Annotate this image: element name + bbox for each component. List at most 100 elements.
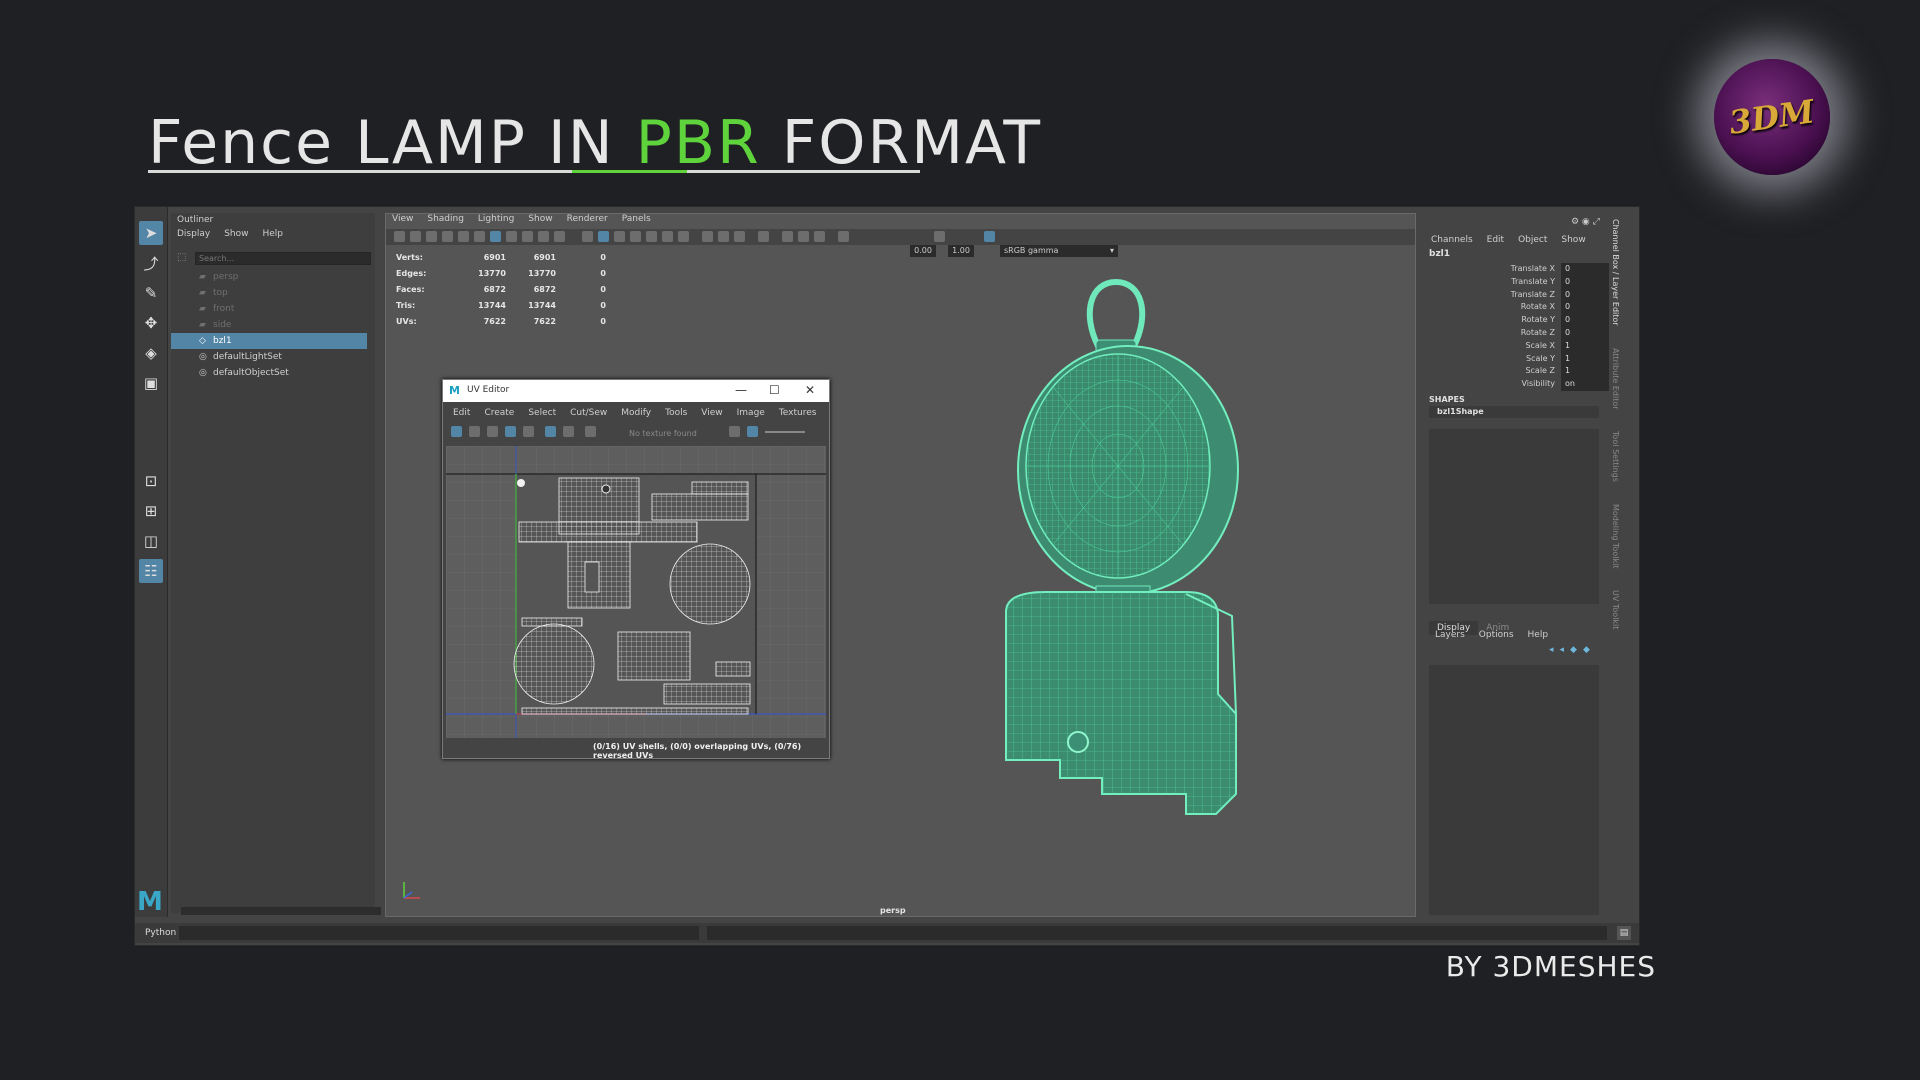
camera-attr-icon[interactable]: [410, 231, 421, 242]
safe-action-icon[interactable]: [538, 231, 549, 242]
maximize-icon[interactable]: ☐: [769, 383, 780, 397]
attr-scale-x[interactable]: Scale X1: [1427, 339, 1609, 353]
bookmark-icon[interactable]: [426, 231, 437, 242]
vp-menu-view[interactable]: View: [392, 214, 413, 224]
outliner-hscrollbar[interactable]: [181, 907, 381, 915]
wireframe-icon[interactable]: [582, 231, 593, 242]
uv-menu-edit[interactable]: Edit: [453, 408, 470, 418]
layer-menu-options[interactable]: Options: [1479, 630, 1514, 640]
uv-checker-icon[interactable]: [545, 426, 556, 437]
outliner-item-top[interactable]: ▰ top: [171, 285, 367, 301]
uv-grid-icon[interactable]: [505, 426, 516, 437]
move-tool-icon[interactable]: ✥: [139, 311, 163, 335]
vp-menu-renderer[interactable]: Renderer: [567, 214, 608, 224]
outliner-item-persp[interactable]: ▰ persp: [171, 269, 367, 285]
select-tool-icon[interactable]: ➤: [139, 221, 163, 245]
uv-menu-modify[interactable]: Modify: [621, 408, 651, 418]
attr-scale-y[interactable]: Scale Y1: [1427, 352, 1609, 366]
script-editor-icon[interactable]: ▤: [1617, 926, 1631, 940]
attr-translate-x[interactable]: Translate X0: [1427, 263, 1609, 276]
outliner-item-defaultobjectset[interactable]: ◎ defaultObjectSet: [171, 365, 367, 381]
python-label[interactable]: Python: [145, 928, 176, 938]
command-input[interactable]: [179, 926, 699, 940]
exposure-icon[interactable]: [838, 231, 849, 242]
outliner-item-defaultlightset[interactable]: ◎ defaultLightSet: [171, 349, 367, 365]
outliner-menu-display[interactable]: Display: [177, 229, 210, 239]
xray-active-icon[interactable]: [798, 231, 809, 242]
paint-select-icon[interactable]: ✎: [139, 281, 163, 305]
single-view-icon[interactable]: ⊡: [139, 469, 163, 493]
uv-exposure-icon[interactable]: [729, 426, 740, 437]
cb-menu-show[interactable]: Show: [1561, 235, 1585, 245]
image-plane-icon[interactable]: [442, 231, 453, 242]
view-transform-select[interactable]: sRGB gamma ▾: [1000, 245, 1118, 257]
uv-menu-select[interactable]: Select: [528, 408, 556, 418]
outliner-item-side[interactable]: ▰ side: [171, 317, 367, 333]
outliner-menu-show[interactable]: Show: [224, 229, 248, 239]
uv-select-icon[interactable]: [451, 426, 462, 437]
uv-snapshot-icon[interactable]: [487, 426, 498, 437]
scale-tool-icon[interactable]: ▣: [139, 371, 163, 395]
outliner-search-input[interactable]: Search...: [195, 252, 371, 265]
uv-menu-cutsew[interactable]: Cut/Sew: [570, 408, 607, 418]
uv-shell-icon[interactable]: [469, 426, 480, 437]
cb-menu-edit[interactable]: Edit: [1487, 235, 1504, 245]
minimize-icon[interactable]: —: [735, 383, 747, 397]
vp-menu-shading[interactable]: Shading: [427, 214, 464, 224]
shape-node-name[interactable]: bzl1Shape: [1429, 406, 1599, 418]
gate-mask-icon[interactable]: [506, 231, 517, 242]
uv-menu-tools[interactable]: Tools: [665, 408, 687, 418]
uv-menu-create[interactable]: Create: [484, 408, 514, 418]
uv-editor-titlebar[interactable]: M UV Editor — ☐ ✕: [443, 380, 829, 402]
smooth-shade-icon[interactable]: [598, 231, 609, 242]
xray-joints-icon[interactable]: [782, 231, 793, 242]
outliner-menu-help[interactable]: Help: [262, 229, 283, 239]
outliner-layout-icon[interactable]: ☷: [139, 559, 163, 583]
field-chart-icon[interactable]: [522, 231, 533, 242]
attr-rotate-x[interactable]: Rotate X0: [1427, 301, 1609, 315]
uv-image-icon[interactable]: [585, 426, 596, 437]
uv-menu-textures[interactable]: Textures: [779, 408, 817, 418]
attr-visibility[interactable]: Visibility on: [1427, 378, 1609, 391]
grid-icon[interactable]: [458, 231, 469, 242]
outliner-item-bzl1[interactable]: ◇ bzl1: [171, 333, 367, 349]
xray-icon[interactable]: [646, 231, 657, 242]
attr-translate-z[interactable]: Translate Z0: [1427, 288, 1609, 302]
two-view-icon[interactable]: ◫: [139, 529, 163, 553]
uv-pixel-snap-icon[interactable]: [523, 426, 534, 437]
uv-display-icon[interactable]: [747, 426, 758, 437]
tab-uv-toolkit[interactable]: UV Toolkit: [1611, 590, 1620, 629]
tab-tool-settings[interactable]: Tool Settings: [1611, 431, 1620, 482]
uv-menu-image[interactable]: Image: [737, 408, 765, 418]
uv-canvas[interactable]: [446, 446, 826, 738]
uv-exposure-slider[interactable]: [765, 431, 805, 433]
cb-menu-channels[interactable]: Channels: [1431, 235, 1473, 245]
tab-attribute-editor[interactable]: Attribute Editor: [1611, 348, 1620, 410]
isolate-icon[interactable]: [758, 231, 769, 242]
safe-title-icon[interactable]: [554, 231, 565, 242]
shadows-icon[interactable]: [678, 231, 689, 242]
attr-rotate-y[interactable]: Rotate Y0: [1427, 314, 1609, 327]
gamma-field[interactable]: 1.00: [948, 245, 974, 257]
film-gate-icon[interactable]: [474, 231, 485, 242]
tab-modeling-toolkit[interactable]: Modeling Toolkit: [1611, 504, 1620, 568]
fence-lamp-model[interactable]: [986, 274, 1256, 834]
attr-rotate-z[interactable]: Rotate Z0: [1427, 326, 1609, 340]
ao-icon[interactable]: [702, 231, 713, 242]
gamma-icon[interactable]: [934, 231, 945, 242]
lasso-tool-icon[interactable]: ⤴: [139, 251, 163, 275]
channelbox-toolbar-icons[interactable]: ⚙ ◉ ⤢: [1571, 217, 1600, 227]
tab-channel-box[interactable]: Channel Box / Layer Editor: [1611, 219, 1620, 326]
exposure-field[interactable]: 0.00: [910, 245, 936, 257]
wireframe-on-shaded-icon[interactable]: [630, 231, 641, 242]
antialias-icon[interactable]: [734, 231, 745, 242]
uv-shading-icon[interactable]: [563, 426, 574, 437]
vp-menu-panels[interactable]: Panels: [622, 214, 651, 224]
close-icon[interactable]: ✕: [805, 383, 815, 397]
default-material-icon[interactable]: [614, 231, 625, 242]
outliner-item-front[interactable]: ▰ front: [171, 301, 367, 317]
four-view-icon[interactable]: ⊞: [139, 499, 163, 523]
rotate-tool-icon[interactable]: ◈: [139, 341, 163, 365]
cb-menu-object[interactable]: Object: [1518, 235, 1547, 245]
layer-menu-layers[interactable]: Layers: [1435, 630, 1465, 640]
